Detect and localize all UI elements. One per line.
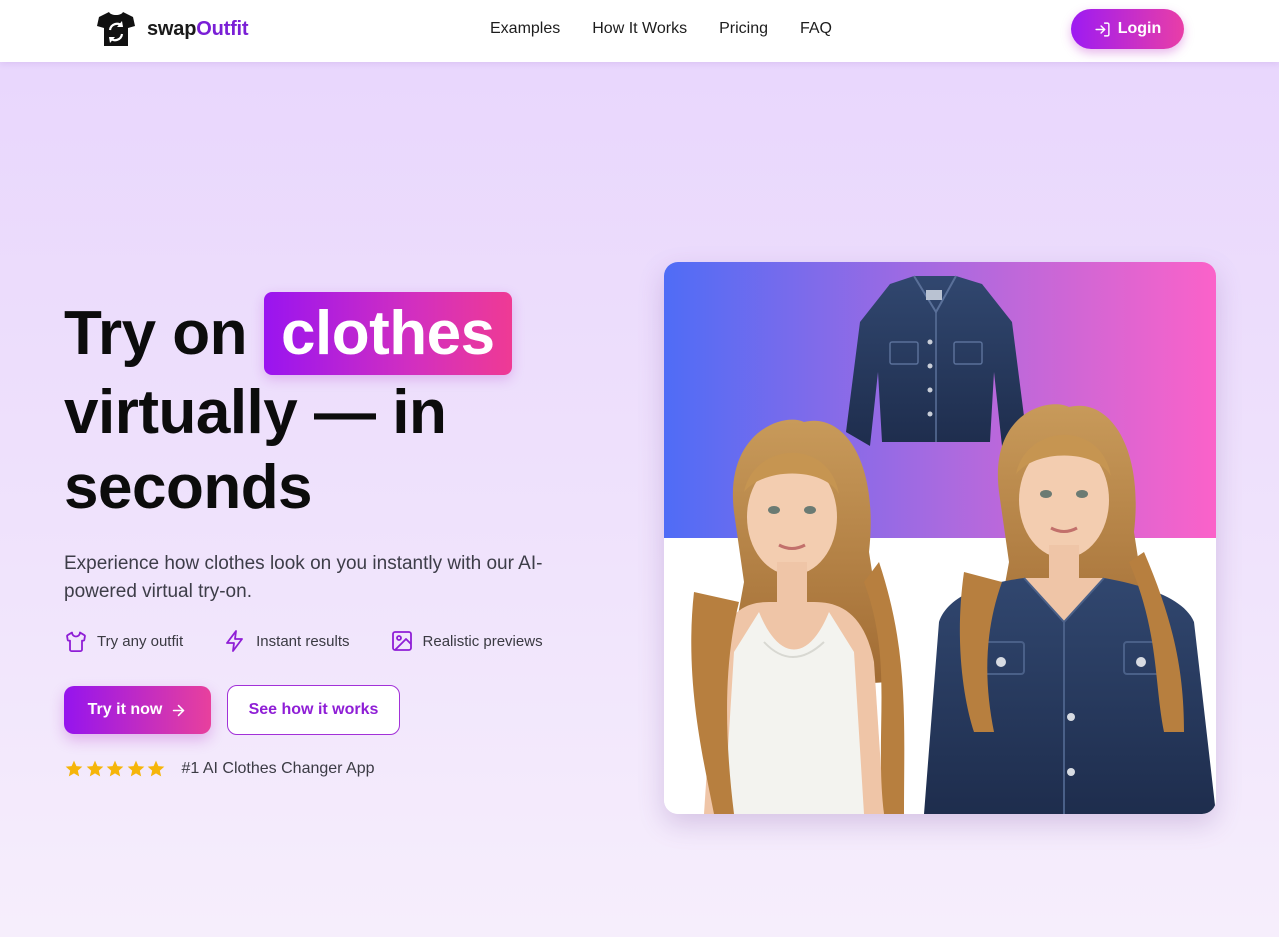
feature-try-any-outfit: Try any outfit	[64, 629, 183, 653]
star-icon	[86, 760, 103, 777]
login-icon	[1095, 21, 1110, 37]
hero-subtitle: Experience how clothes look on you insta…	[64, 553, 543, 602]
logo-text: swapOutfit	[147, 17, 249, 41]
nav-pricing[interactable]: Pricing	[719, 20, 768, 38]
rating: #1 AI Clothes Changer App	[64, 759, 375, 779]
star-icon	[147, 760, 165, 777]
feature-instant-results: Instant results	[223, 629, 350, 653]
nav-faq[interactable]: FAQ	[800, 20, 832, 38]
headline-line-1: Try on clothes	[64, 292, 512, 375]
feature-label: Realistic previews	[422, 632, 543, 650]
headline-part-1: Try on	[64, 298, 248, 368]
hero-headline: Try on clothes virtually — in seconds	[64, 292, 512, 525]
nav-how-it-works[interactable]: How It Works	[592, 20, 687, 38]
feature-list: Try any outfit Instant results Realistic…	[64, 629, 543, 653]
logo[interactable]: swapOutfit	[96, 10, 249, 48]
lightning-icon	[226, 630, 244, 652]
rating-text: #1 AI Clothes Changer App	[181, 760, 375, 777]
image-icon	[391, 631, 412, 651]
feature-label: Instant results	[256, 632, 350, 650]
star-icon	[65, 760, 83, 777]
main-nav: Examples How It Works Pricing FAQ	[490, 20, 864, 38]
feature-realistic-previews: Realistic previews	[390, 629, 543, 653]
login-button[interactable]: Login	[1071, 9, 1184, 49]
hero-try-on-image	[664, 262, 1216, 814]
login-label: Login	[1117, 20, 1162, 37]
arrow-right-icon	[173, 704, 185, 716]
tshirt-logo-icon	[97, 12, 135, 46]
headline-line-2: virtually — in	[64, 377, 447, 447]
try-it-now-button[interactable]: Try it now	[64, 686, 211, 734]
star-icon	[106, 760, 124, 777]
see-how-it-works-button[interactable]: See how it works	[227, 685, 400, 735]
feature-label: Try any outfit	[97, 632, 184, 650]
nav-examples[interactable]: Examples	[490, 20, 560, 38]
star-icon	[127, 760, 144, 777]
try-on-illustration	[664, 262, 1216, 814]
logo-text-outfit: Outfit	[196, 17, 249, 40]
headline-line-3: seconds	[64, 452, 313, 522]
rating-stars	[64, 759, 167, 779]
headline-highlight: clothes	[264, 292, 512, 375]
logo-text-swap: swap	[147, 17, 197, 40]
top-navbar: swapOutfit Examples How It Works Pricing…	[0, 0, 1279, 62]
shirt-icon	[66, 631, 86, 652]
try-it-now-label: Try it now	[87, 701, 163, 718]
